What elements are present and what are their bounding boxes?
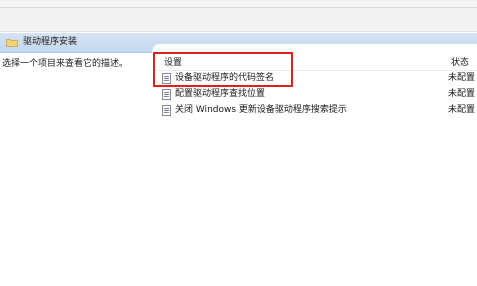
row-label: 配置驱动程序查找位置 — [175, 89, 266, 99]
column-header-status[interactable]: 状态 — [451, 57, 469, 69]
toolbar-area — [0, 0, 477, 32]
table-row[interactable]: 配置驱动程序查找位置 — [162, 88, 477, 101]
policy-setting-icon — [162, 105, 171, 116]
toolbar-divider — [0, 7, 477, 8]
folder-icon — [6, 39, 18, 47]
category-title: 驱动程序安装 — [23, 37, 78, 47]
table-row[interactable]: 关闭 Windows 更新设备驱动程序搜索提示 — [162, 104, 477, 117]
highlight-box — [153, 52, 293, 87]
policy-setting-icon — [162, 89, 171, 100]
row-status: 未配置 — [448, 73, 476, 83]
description-text: 选择一个项目来查看它的描述。 — [2, 59, 129, 69]
row-status: 未配置 — [448, 105, 476, 115]
row-status: 未配置 — [448, 89, 476, 99]
toolbar-bottom-divider — [0, 31, 477, 32]
row-label: 关闭 Windows 更新设备驱动程序搜索提示 — [175, 105, 347, 115]
